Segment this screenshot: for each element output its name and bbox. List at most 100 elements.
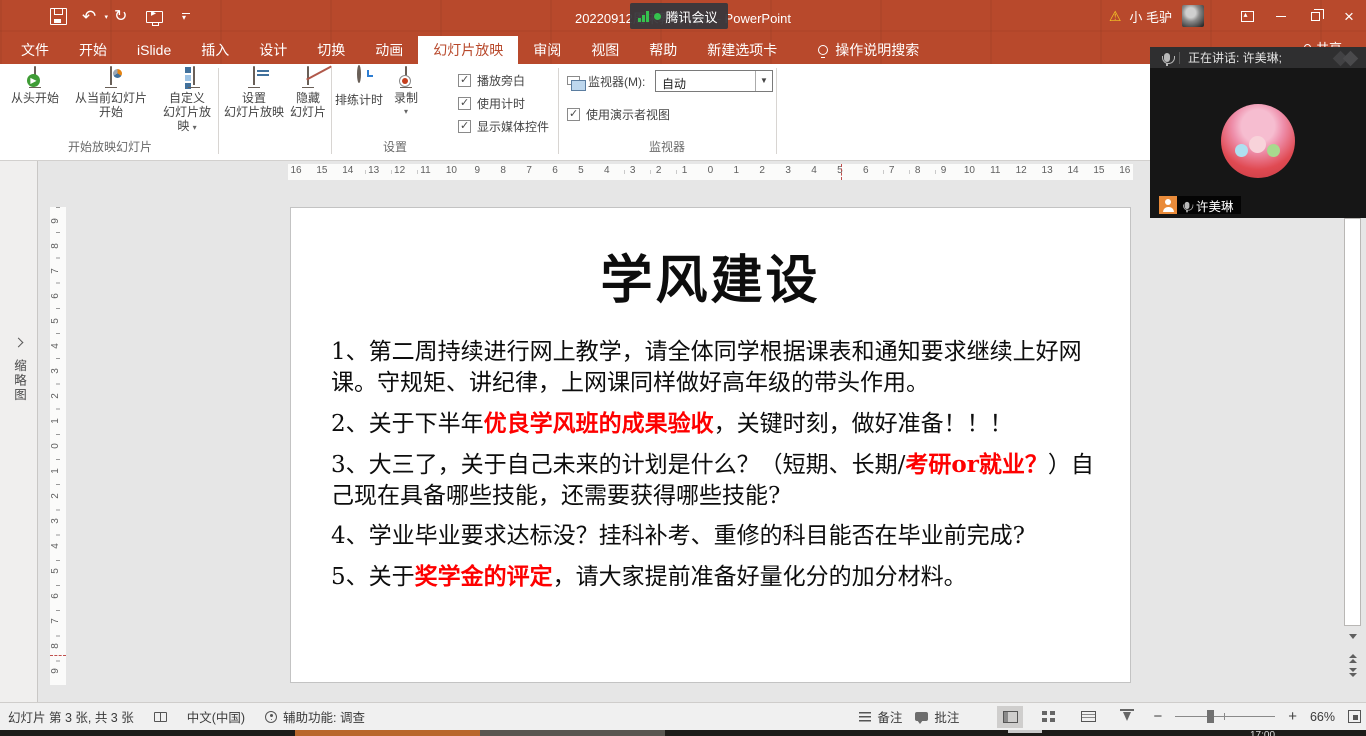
scroll-down-button[interactable] — [1344, 628, 1361, 644]
tab-审阅[interactable]: 审阅 — [518, 36, 576, 64]
comments-button[interactable]: 批注 — [915, 707, 959, 726]
tell-me-search[interactable]: 操作说明搜索 — [818, 36, 919, 64]
participant-name-badge: 许美琳 — [1177, 196, 1241, 214]
from-current-label-2: 开始 — [64, 105, 158, 119]
thumbnails-collapsed-panel[interactable]: 缩略图 — [0, 161, 38, 702]
vertical-ruler[interactable]: 9876543210123456789 — [50, 207, 66, 685]
checkbox-显示媒体控件[interactable]: 显示媒体控件 — [458, 118, 549, 135]
slideshow-view-button[interactable] — [1114, 706, 1140, 728]
from-beginning-button[interactable]: ▶ 从头开始 — [6, 67, 64, 105]
monitor-dropdown[interactable]: 自动 ▼ — [655, 70, 773, 92]
speaking-status: 正在讲话: 许美琳; — [1188, 49, 1282, 66]
slide-sorter-view-button[interactable] — [1036, 706, 1062, 728]
ruler-number: 16 — [288, 165, 304, 176]
fit-to-window-icon[interactable] — [1348, 710, 1361, 723]
zoom-slider-thumb[interactable] — [1207, 710, 1214, 723]
slide-paragraph[interactable]: 3、大三了，关于自己未来的计划是什么？（短期、长期/考研or就业？）自己现在具备… — [331, 449, 1094, 512]
hide-slide-button[interactable]: 隐藏 幻灯片 — [286, 67, 330, 119]
ruler-number: 6 — [547, 165, 563, 176]
tencent-meeting-badge[interactable]: 腾讯会议 — [630, 3, 728, 29]
language-indicator[interactable]: 中文(中国) — [187, 707, 245, 726]
reading-view-button[interactable] — [1075, 706, 1101, 728]
account-user-name[interactable]: 小 毛驴 — [1129, 7, 1172, 26]
group-label-monitor: 监视器 — [649, 138, 685, 155]
zoom-out-button[interactable]: − — [1153, 708, 1162, 725]
ruler-number: 11 — [987, 165, 1003, 176]
tab-设计[interactable]: 设计 — [244, 36, 302, 64]
tab-文件[interactable]: 文件 — [6, 36, 64, 64]
custom-slideshow-button[interactable]: 自定义 幻灯片放映 ▾ — [158, 67, 216, 135]
ruler-number: 7 — [50, 263, 66, 279]
microphone-icon — [1164, 53, 1170, 62]
ruler-number: 4 — [599, 165, 615, 176]
accessibility-status[interactable]: 辅助功能: 调查 — [265, 707, 365, 726]
grid-view-icon — [1042, 711, 1056, 723]
normal-view-button[interactable] — [997, 706, 1023, 728]
horizontal-ruler[interactable]: 1615141312111098765432101234567891011121… — [288, 164, 1133, 180]
tab-动画[interactable]: 动画 — [360, 36, 418, 64]
spell-check-icon[interactable] — [154, 712, 167, 722]
slide[interactable]: 学风建设 1、第二周持续进行网上教学，请全体同学根据课表和通知要求继续上好网课。… — [290, 207, 1131, 683]
from-beginning-label: 从头开始 — [6, 91, 64, 105]
group-label-setup: 设置 — [383, 138, 407, 155]
checkbox-播放旁白[interactable]: 播放旁白 — [458, 72, 525, 89]
next-slide-button[interactable] — [1344, 664, 1361, 680]
slide-text-red: 优良学风班的成果验收 — [484, 410, 714, 437]
presenter-view-checkbox[interactable]: 使用演示者视图 — [567, 106, 670, 123]
record-label: 录制 — [386, 91, 426, 105]
restore-button[interactable] — [1298, 0, 1332, 32]
ruler-number: 2 — [754, 165, 770, 176]
checkbox-使用计时[interactable]: 使用计时 — [458, 95, 525, 112]
undo-icon[interactable] — [82, 8, 99, 25]
record-button[interactable]: 录制 ▾ — [386, 67, 426, 119]
ruler-number: 6 — [858, 165, 874, 176]
from-current-slide-button[interactable]: 从当前幻灯片 开始 — [64, 67, 158, 119]
slide-body-textbox[interactable]: 1、第二周持续进行网上教学，请全体同学根据课表和通知要求继续上好网课。守规矩、讲… — [331, 337, 1094, 593]
search-label: 操作说明搜索 — [835, 40, 919, 60]
warning-icon[interactable]: ⚠ — [1109, 8, 1122, 25]
ribbon-tabs: 文件开始iSlide插入设计切换动画幻灯片放映审阅视图帮助新建选项卡 — [6, 36, 792, 64]
ruler-number: 3 — [50, 363, 66, 379]
meeting-header[interactable]: 正在讲话: 许美琳; — [1150, 47, 1366, 68]
zoom-level[interactable]: 66% — [1310, 710, 1335, 724]
vertical-scrollbar[interactable] — [1343, 218, 1362, 678]
ruler-number: 5 — [573, 165, 589, 176]
present-icon[interactable] — [146, 11, 163, 23]
slide-paragraph[interactable]: 2、关于下半年优良学风班的成果验收，关键时刻，做好准备！！！ — [331, 408, 1094, 440]
tab-开始[interactable]: 开始 — [64, 36, 122, 64]
ribbon-display-options-button[interactable] — [1230, 0, 1264, 32]
tab-iSlide[interactable]: iSlide — [122, 36, 186, 64]
tab-切换[interactable]: 切换 — [302, 36, 360, 64]
chevron-down-icon[interactable]: ▼ — [755, 71, 772, 91]
customize-qat-icon[interactable] — [178, 8, 195, 25]
save-icon[interactable] — [50, 8, 67, 25]
tab-插入[interactable]: 插入 — [186, 36, 244, 64]
slide-paragraph[interactable]: 5、关于奖学金的评定，请大家提前准备好量化分的加分材料。 — [331, 561, 1094, 593]
redo-icon[interactable] — [114, 8, 131, 25]
slide-paragraph[interactable]: 4、学业毕业要求达标没？挂科补考、重修的科目能否在毕业前完成? — [331, 521, 1094, 552]
collapse-arrows-icon[interactable] — [1343, 51, 1359, 67]
close-button[interactable]: × — [1332, 0, 1366, 32]
tab-视图[interactable]: 视图 — [576, 36, 634, 64]
participant-video-tile[interactable]: 许美琳 — [1150, 68, 1366, 218]
scrollbar-thumb[interactable] — [1344, 218, 1361, 626]
tab-新建选项卡[interactable]: 新建选项卡 — [692, 36, 792, 64]
taskbar-edge[interactable]: 17:00 — [0, 730, 1366, 736]
slide-indicator[interactable]: 幻灯片 第 3 张, 共 3 张 — [8, 707, 134, 726]
avatar[interactable] — [1182, 5, 1204, 27]
tab-幻灯片放映[interactable]: 幻灯片放映 — [418, 36, 518, 64]
slide-title[interactable]: 学风建设 — [291, 238, 1130, 313]
rehearse-label: 排练计时 — [334, 93, 384, 107]
expand-chevron-icon[interactable] — [14, 338, 24, 348]
slide-paragraph[interactable]: 1、第二周持续进行网上教学，请全体同学根据课表和通知要求继续上好网课。守规矩、讲… — [331, 337, 1094, 399]
notes-button[interactable]: 备注 — [859, 707, 902, 726]
tencent-meeting-panel[interactable]: 正在讲话: 许美琳; 许美琳 — [1150, 47, 1366, 218]
minimize-button[interactable] — [1264, 0, 1298, 32]
zoom-in-button[interactable]: + — [1288, 708, 1297, 725]
setup-slideshow-button[interactable]: 设置 幻灯片放映 — [224, 67, 284, 119]
zoom-slider[interactable] — [1175, 716, 1275, 717]
tab-帮助[interactable]: 帮助 — [634, 36, 692, 64]
group-label-start-show: 开始放映幻灯片 — [68, 138, 152, 155]
rehearse-timings-button[interactable]: 排练计时 — [334, 67, 384, 107]
setup-show-icon — [253, 66, 255, 82]
